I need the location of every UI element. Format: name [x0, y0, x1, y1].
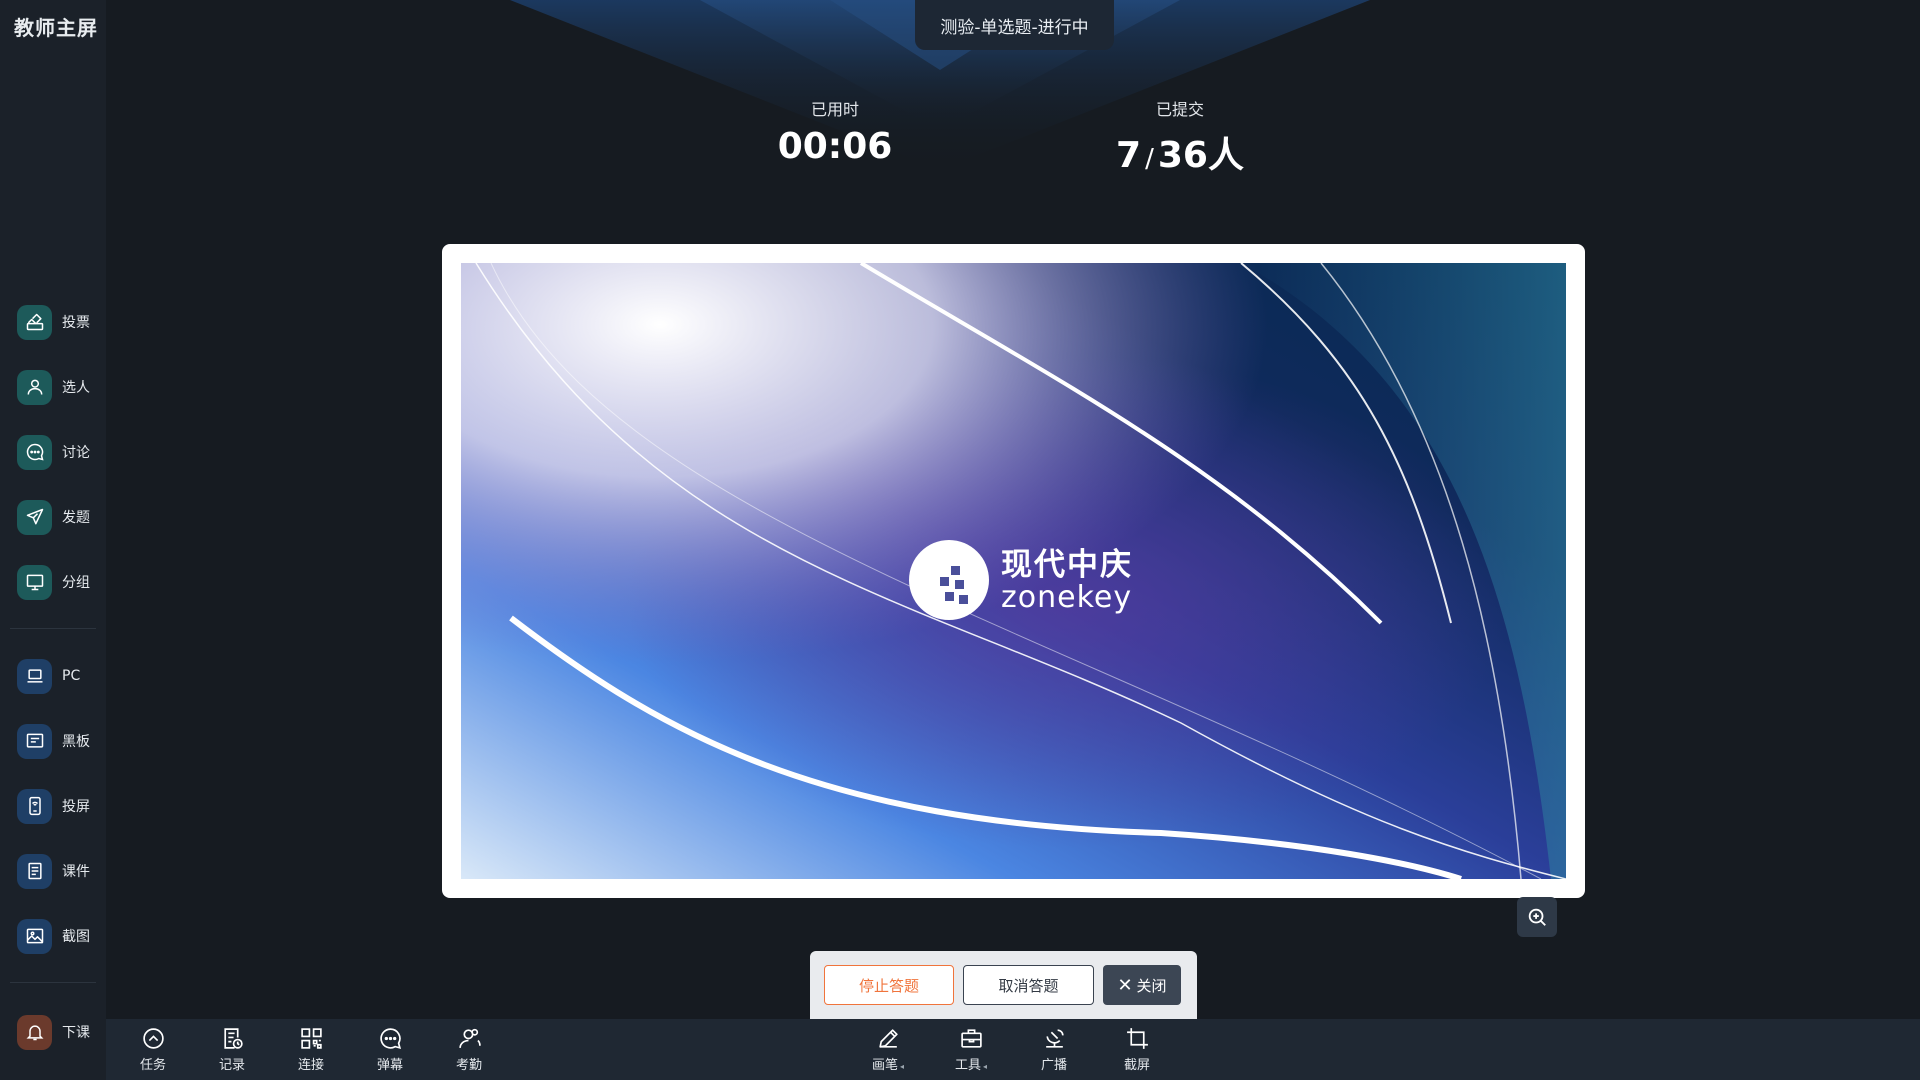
- elapsed-time-label: 已用时: [810, 100, 859, 119]
- zoom-in-button[interactable]: [1517, 897, 1557, 937]
- sidebar-item-label: 分组: [62, 575, 90, 591]
- attendance-icon: [458, 1028, 481, 1048]
- sidebar-item-label: 投屏: [62, 799, 90, 815]
- submitted-total: 36人: [1157, 135, 1244, 176]
- sidebar-item-discussion[interactable]: 讨论: [17, 434, 107, 470]
- submitted-count-stat: 已提交 7/36人: [1100, 96, 1260, 178]
- quiz-status-badge: 测验-单选题-进行中: [915, 0, 1114, 50]
- qr-connect-icon: [300, 1028, 322, 1049]
- tool-label: 考勤: [455, 1058, 482, 1073]
- close-icon: ✕: [1117, 974, 1133, 996]
- record-icon: [223, 1028, 243, 1049]
- send-icon: [17, 499, 52, 535]
- sidebar-item-vote[interactable]: 投票: [17, 304, 107, 340]
- tool-label: 记录: [218, 1058, 245, 1073]
- tool-label: 截屏: [1123, 1058, 1150, 1073]
- blackboard-icon: [17, 723, 52, 759]
- menu-caret-icon: ◂: [900, 1062, 905, 1071]
- elapsed-time-stat: 已用时 00:06: [775, 96, 895, 167]
- submitted-separator: /: [1145, 144, 1154, 174]
- toolbox-label: 工具: [954, 1058, 981, 1073]
- tool-toolbox[interactable]: 工具 ◂: [946, 1019, 996, 1080]
- tool-danmaku[interactable]: 弹幕: [365, 1019, 415, 1080]
- screen-preview-image: 现代中庆 zonekey: [461, 263, 1566, 879]
- submitted-value: 7/36人: [1100, 126, 1260, 178]
- brand-name-cn: 现代中庆: [1001, 547, 1133, 583]
- zoom-in-icon: [1528, 908, 1546, 926]
- screen-preview-frame: 现代中庆 zonekey: [442, 244, 1585, 898]
- toolbox-icon: [960, 1029, 982, 1048]
- chat-icon: [17, 434, 52, 470]
- vote-icon: [17, 304, 52, 340]
- sidebar-item-label: 课件: [62, 864, 90, 880]
- cast-screen-icon: [17, 788, 52, 824]
- tool-connect[interactable]: 连接: [286, 1019, 336, 1080]
- sidebar-item-label: 发题: [62, 510, 90, 526]
- sidebar-divider: [10, 628, 96, 629]
- end-class-label: 下课: [62, 1025, 90, 1041]
- bottom-toolbar: 任务 记录 连接 弹幕 考勤 画笔 ◂ 工具 ◂ 广播 截屏: [106, 1019, 1920, 1080]
- tool-label: 画笔 ◂: [872, 1054, 904, 1073]
- sidebar-item-send-question[interactable]: 发题: [17, 499, 107, 535]
- crop-icon: [1126, 1028, 1148, 1049]
- tool-broadcast[interactable]: 广播: [1029, 1019, 1079, 1080]
- elapsed-time-value: 00:06: [777, 126, 893, 167]
- pen-icon: [878, 1029, 898, 1048]
- sidebar-item-label: 投票: [62, 315, 90, 331]
- task-icon: [142, 1028, 164, 1049]
- brand-text: 现代中庆 zonekey: [1001, 548, 1133, 614]
- answer-control-bar: 停止答题 取消答题 ✕ 关闭: [810, 951, 1197, 1019]
- tool-label: 连接: [297, 1058, 324, 1073]
- danmaku-icon: [379, 1028, 401, 1050]
- cancel-answering-button[interactable]: 取消答题: [963, 965, 1094, 1005]
- tool-pen[interactable]: 画笔 ◂: [863, 1019, 913, 1080]
- sidebar-item-cast-screen[interactable]: 投屏: [17, 788, 107, 824]
- laptop-icon: [17, 658, 52, 694]
- tool-task[interactable]: 任务: [128, 1019, 178, 1080]
- stop-answering-button[interactable]: 停止答题: [824, 965, 954, 1005]
- menu-caret-icon: ◂: [983, 1062, 988, 1071]
- sidebar-title: 教师主屏: [14, 16, 98, 40]
- sidebar-item-pick-person[interactable]: 选人: [17, 369, 107, 405]
- sidebar-item-group[interactable]: 分组: [17, 564, 107, 600]
- bell-icon: [17, 1014, 52, 1050]
- sidebar-item-label: 选人: [62, 380, 90, 396]
- sidebar-item-label: 讨论: [62, 445, 90, 461]
- sidebar-item-screenshot[interactable]: 截图: [17, 918, 107, 954]
- screenshot-image-icon: [17, 918, 52, 954]
- sidebar-item-label: 截图: [62, 929, 90, 945]
- tool-label: 广播: [1040, 1058, 1067, 1073]
- courseware-icon: [17, 853, 52, 889]
- zonekey-logo: [909, 540, 989, 620]
- sidebar-item-pc[interactable]: PC: [17, 658, 107, 694]
- close-button[interactable]: ✕ 关闭: [1103, 965, 1181, 1005]
- sidebar-item-blackboard[interactable]: 黑板: [17, 723, 107, 759]
- sidebar-item-courseware[interactable]: 课件: [17, 853, 107, 889]
- sidebar-divider: [10, 982, 96, 983]
- tool-attendance[interactable]: 考勤: [444, 1019, 494, 1080]
- submitted-count: 7: [1116, 135, 1142, 176]
- tool-label: 弹幕: [376, 1058, 403, 1073]
- left-sidebar: 教师主屏 投票 选人 讨论 发题 分组 PC 黑板 投屏 课件 截图 下课: [0, 0, 106, 1080]
- broadcast-icon: [1045, 1029, 1064, 1048]
- person-icon: [17, 369, 52, 405]
- sidebar-item-label: PC: [62, 668, 81, 684]
- tool-label: 工具 ◂: [955, 1054, 987, 1073]
- close-label: 关闭: [1136, 976, 1167, 995]
- tool-label: 任务: [139, 1058, 166, 1073]
- monitor-icon: [17, 564, 52, 600]
- tool-record[interactable]: 记录: [207, 1019, 257, 1080]
- pen-label: 画笔: [871, 1058, 898, 1073]
- tool-screen-capture[interactable]: 截屏: [1112, 1019, 1162, 1080]
- submitted-label: 已提交: [1155, 100, 1204, 119]
- brand-name-en: zonekey: [1001, 580, 1133, 615]
- end-class-button[interactable]: 下课: [17, 1014, 107, 1050]
- sidebar-item-label: 黑板: [62, 734, 90, 750]
